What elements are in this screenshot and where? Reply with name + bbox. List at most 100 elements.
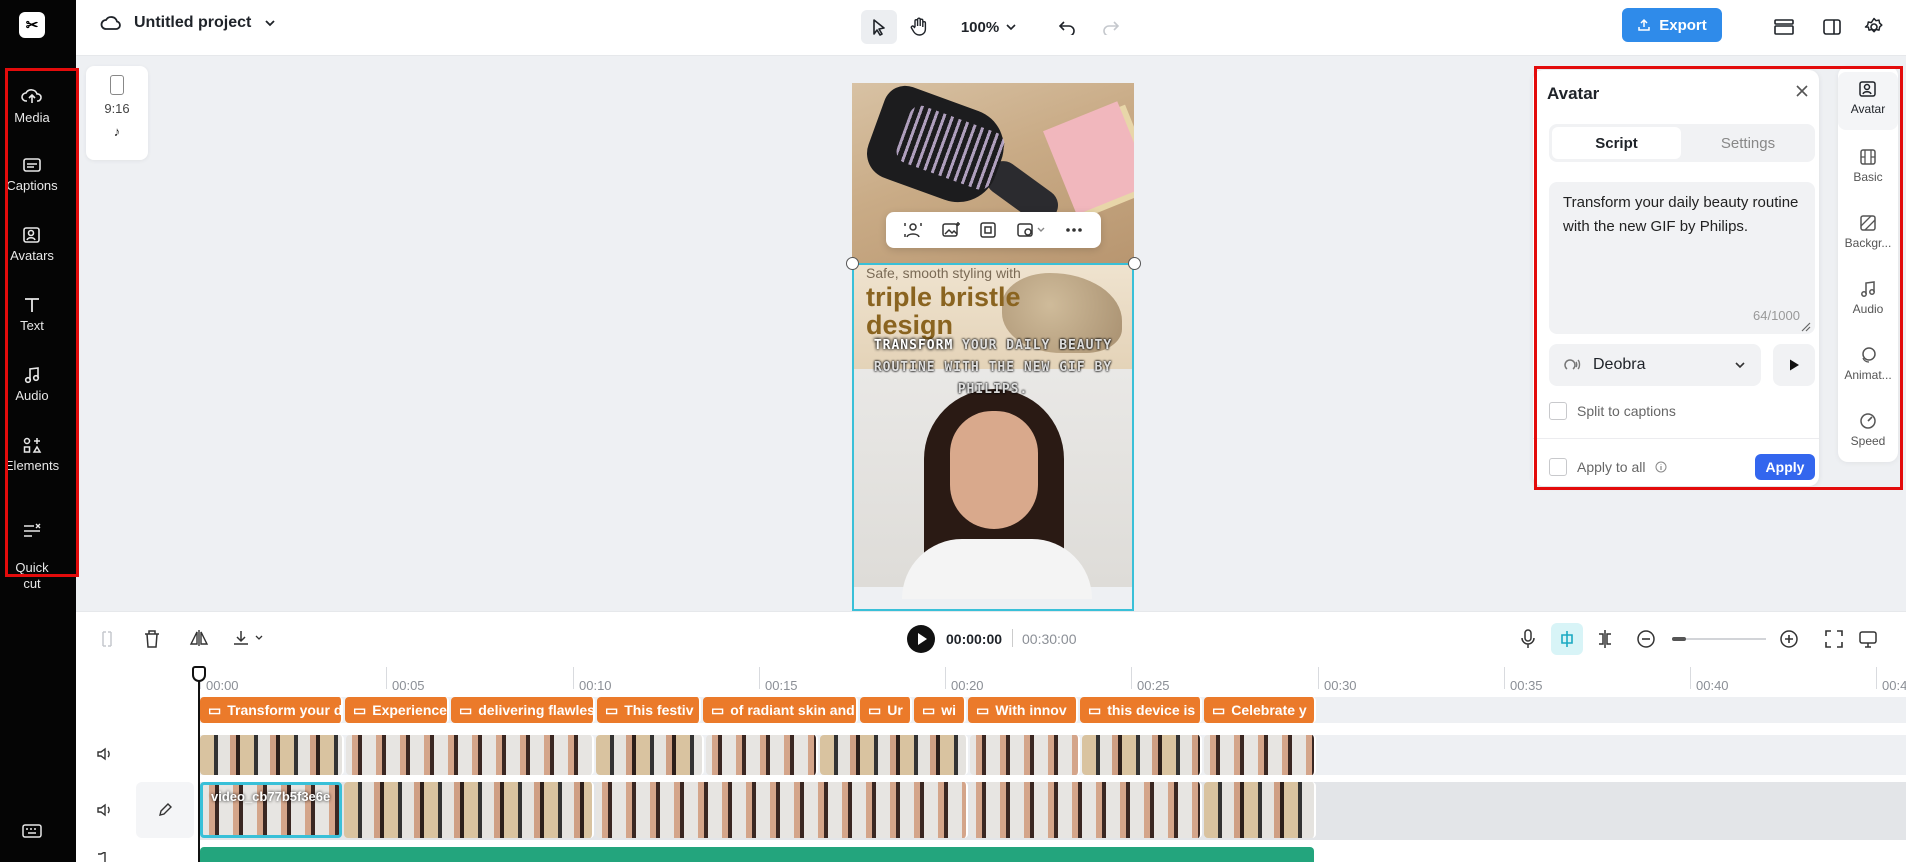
quick-cut-icon <box>24 523 41 537</box>
auto-snap-toggle[interactable] <box>1551 623 1583 655</box>
video-clip[interactable] <box>1204 782 1316 838</box>
tab-basic[interactable]: Basic <box>1838 148 1898 184</box>
caption-clip[interactable]: ▭ This festiv <box>597 697 701 723</box>
zoom-dropdown[interactable]: 100% <box>956 10 1022 44</box>
track-volume-icon[interactable] <box>96 746 114 762</box>
keyboard-icon[interactable] <box>22 823 42 844</box>
caption-clip[interactable]: ▭ Experience <box>345 697 449 723</box>
sidebar-item-text[interactable]: Text <box>0 296 64 334</box>
captions-icon <box>23 158 41 172</box>
tab-background[interactable]: Backgr... <box>1838 214 1898 250</box>
more-options-icon[interactable] <box>1064 221 1084 239</box>
undo-button[interactable] <box>1049 10 1085 44</box>
track-volume-icon[interactable] <box>96 852 114 862</box>
play-icon <box>1790 359 1799 371</box>
sidebar-item-captions[interactable]: Captions <box>0 156 64 194</box>
redo-button[interactable] <box>1093 10 1129 44</box>
audio-track-clip[interactable] <box>200 847 1314 862</box>
info-icon[interactable] <box>1655 461 1667 473</box>
sidebar-item-elements[interactable]: Elements <box>0 436 64 474</box>
close-icon[interactable] <box>1795 84 1809 103</box>
elements-icon <box>23 437 42 453</box>
resize-grip-icon[interactable] <box>1799 320 1811 332</box>
playhead[interactable] <box>198 666 200 862</box>
export-button[interactable]: Export <box>1622 8 1722 42</box>
apply-to-all-option[interactable]: Apply to all <box>1549 458 1667 476</box>
split-panel-icon <box>1823 19 1841 35</box>
selected-video-clip[interactable]: video_cb77b5f3e6e <box>200 782 342 838</box>
play-voice-button[interactable] <box>1773 344 1815 386</box>
tab-avatar[interactable]: Avatar <box>1838 72 1898 130</box>
video-clip[interactable] <box>200 735 344 775</box>
download-icon[interactable] <box>232 629 266 647</box>
mask-icon[interactable] <box>1016 221 1046 239</box>
sidebar-item-media[interactable]: Media <box>0 86 64 126</box>
caption-clip[interactable]: ▭ Celebrate y <box>1204 697 1316 723</box>
caption-clip[interactable]: ▭ of radiant skin and <box>703 697 858 723</box>
caption-clip[interactable]: ▭ this device is <box>1080 697 1202 723</box>
app-logo[interactable]: ✂ <box>19 12 45 38</box>
tab-animation[interactable]: Animat... <box>1838 346 1898 382</box>
select-tool-button[interactable] <box>861 10 897 44</box>
split-to-captions-option[interactable]: Split to captions <box>1549 402 1676 420</box>
caption-clip-icon: ▭ <box>711 701 725 718</box>
layers-button[interactable] <box>1766 10 1802 44</box>
video-clip[interactable] <box>344 782 594 838</box>
sidebar-item-avatars[interactable]: Avatars <box>0 226 64 264</box>
tab-speed[interactable]: Speed <box>1838 412 1898 448</box>
split-to-captions-checkbox[interactable] <box>1549 402 1567 420</box>
caption-clip[interactable]: ▭ Ur <box>860 697 912 723</box>
tab-settings[interactable]: Settings <box>1684 127 1812 159</box>
voice-select[interactable]: Deobra <box>1549 344 1761 386</box>
video-clip[interactable] <box>706 735 818 775</box>
sidebar-item-quick-cut[interactable]: Quick cut <box>0 506 64 592</box>
video-preview[interactable]: Safe, smooth styling with triple bristle… <box>852 83 1134 611</box>
layout-toggle-button[interactable] <box>1814 10 1850 44</box>
hand-tool-button[interactable] <box>901 10 937 44</box>
video-clip[interactable] <box>820 735 968 775</box>
delete-icon[interactable] <box>143 629 161 649</box>
video-clip[interactable] <box>596 782 968 838</box>
video-clip[interactable] <box>1204 735 1316 775</box>
zoom-slider[interactable] <box>1672 637 1766 641</box>
playhead-handle[interactable] <box>192 666 206 682</box>
edit-track-button[interactable] <box>136 782 194 838</box>
settings-button[interactable] <box>1856 10 1892 44</box>
microphone-icon[interactable] <box>1520 629 1536 649</box>
sidebar-item-label: Quick cut <box>15 560 49 591</box>
undo-icon <box>1058 21 1075 35</box>
video-clip[interactable] <box>970 735 1080 775</box>
split-clip-icon[interactable] <box>100 630 114 648</box>
fit-screen-icon[interactable] <box>1824 629 1844 649</box>
caption-clip-icon: ▭ <box>922 701 936 718</box>
zoom-slider-thumb[interactable] <box>1672 637 1686 641</box>
tab-audio[interactable]: Audio <box>1838 280 1898 316</box>
preview-mode-icon[interactable] <box>1858 629 1878 649</box>
sidebar-item-audio[interactable]: Audio <box>0 366 64 404</box>
video-clip[interactable] <box>596 735 704 775</box>
video-clip[interactable] <box>970 782 1202 838</box>
crop-frame-icon[interactable] <box>979 221 997 239</box>
script-text: Transform your daily beauty routine with… <box>1563 194 1799 235</box>
tab-script[interactable]: Script <box>1552 127 1681 159</box>
flip-icon[interactable] <box>189 629 209 647</box>
timeline-play-button[interactable] <box>906 624 936 659</box>
video-clip[interactable] <box>346 735 594 775</box>
split-icon[interactable] <box>1596 629 1614 649</box>
replace-image-icon[interactable] <box>941 221 961 239</box>
caption-clip-icon: ▭ <box>208 701 222 718</box>
video-clip[interactable] <box>1082 735 1202 775</box>
avatar-remove-bg-icon[interactable] <box>903 221 923 239</box>
track-volume-icon[interactable] <box>96 802 114 818</box>
project-title-dropdown[interactable]: Untitled project <box>100 14 277 32</box>
zoom-in-icon[interactable] <box>1779 629 1799 649</box>
caption-clip[interactable]: ▭ With innov <box>968 697 1078 723</box>
magnet-icon <box>1561 631 1573 647</box>
caption-clip[interactable]: ▭ delivering flawles <box>451 697 595 723</box>
aspect-ratio-card[interactable]: 9:16 ♪ <box>86 66 148 160</box>
apply-to-all-checkbox[interactable] <box>1549 458 1567 476</box>
caption-clip[interactable]: ▭ wi <box>914 697 966 723</box>
caption-clip[interactable]: ▭ Transform your d <box>200 697 343 723</box>
apply-button[interactable]: Apply <box>1755 454 1815 480</box>
zoom-out-icon[interactable] <box>1636 629 1656 649</box>
